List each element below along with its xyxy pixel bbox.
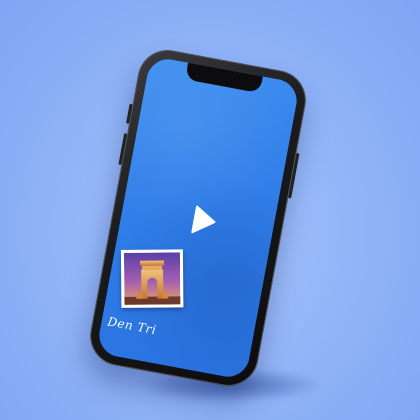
- phone-mockup: Den Tri: [85, 45, 311, 391]
- india-gate-photo: [120, 249, 184, 308]
- play-button[interactable]: [190, 204, 219, 238]
- india-gate-image: [123, 252, 181, 305]
- video-screen: Den Tri: [95, 55, 301, 381]
- video-caption: Den Tri: [106, 314, 158, 338]
- play-icon: [191, 205, 216, 234]
